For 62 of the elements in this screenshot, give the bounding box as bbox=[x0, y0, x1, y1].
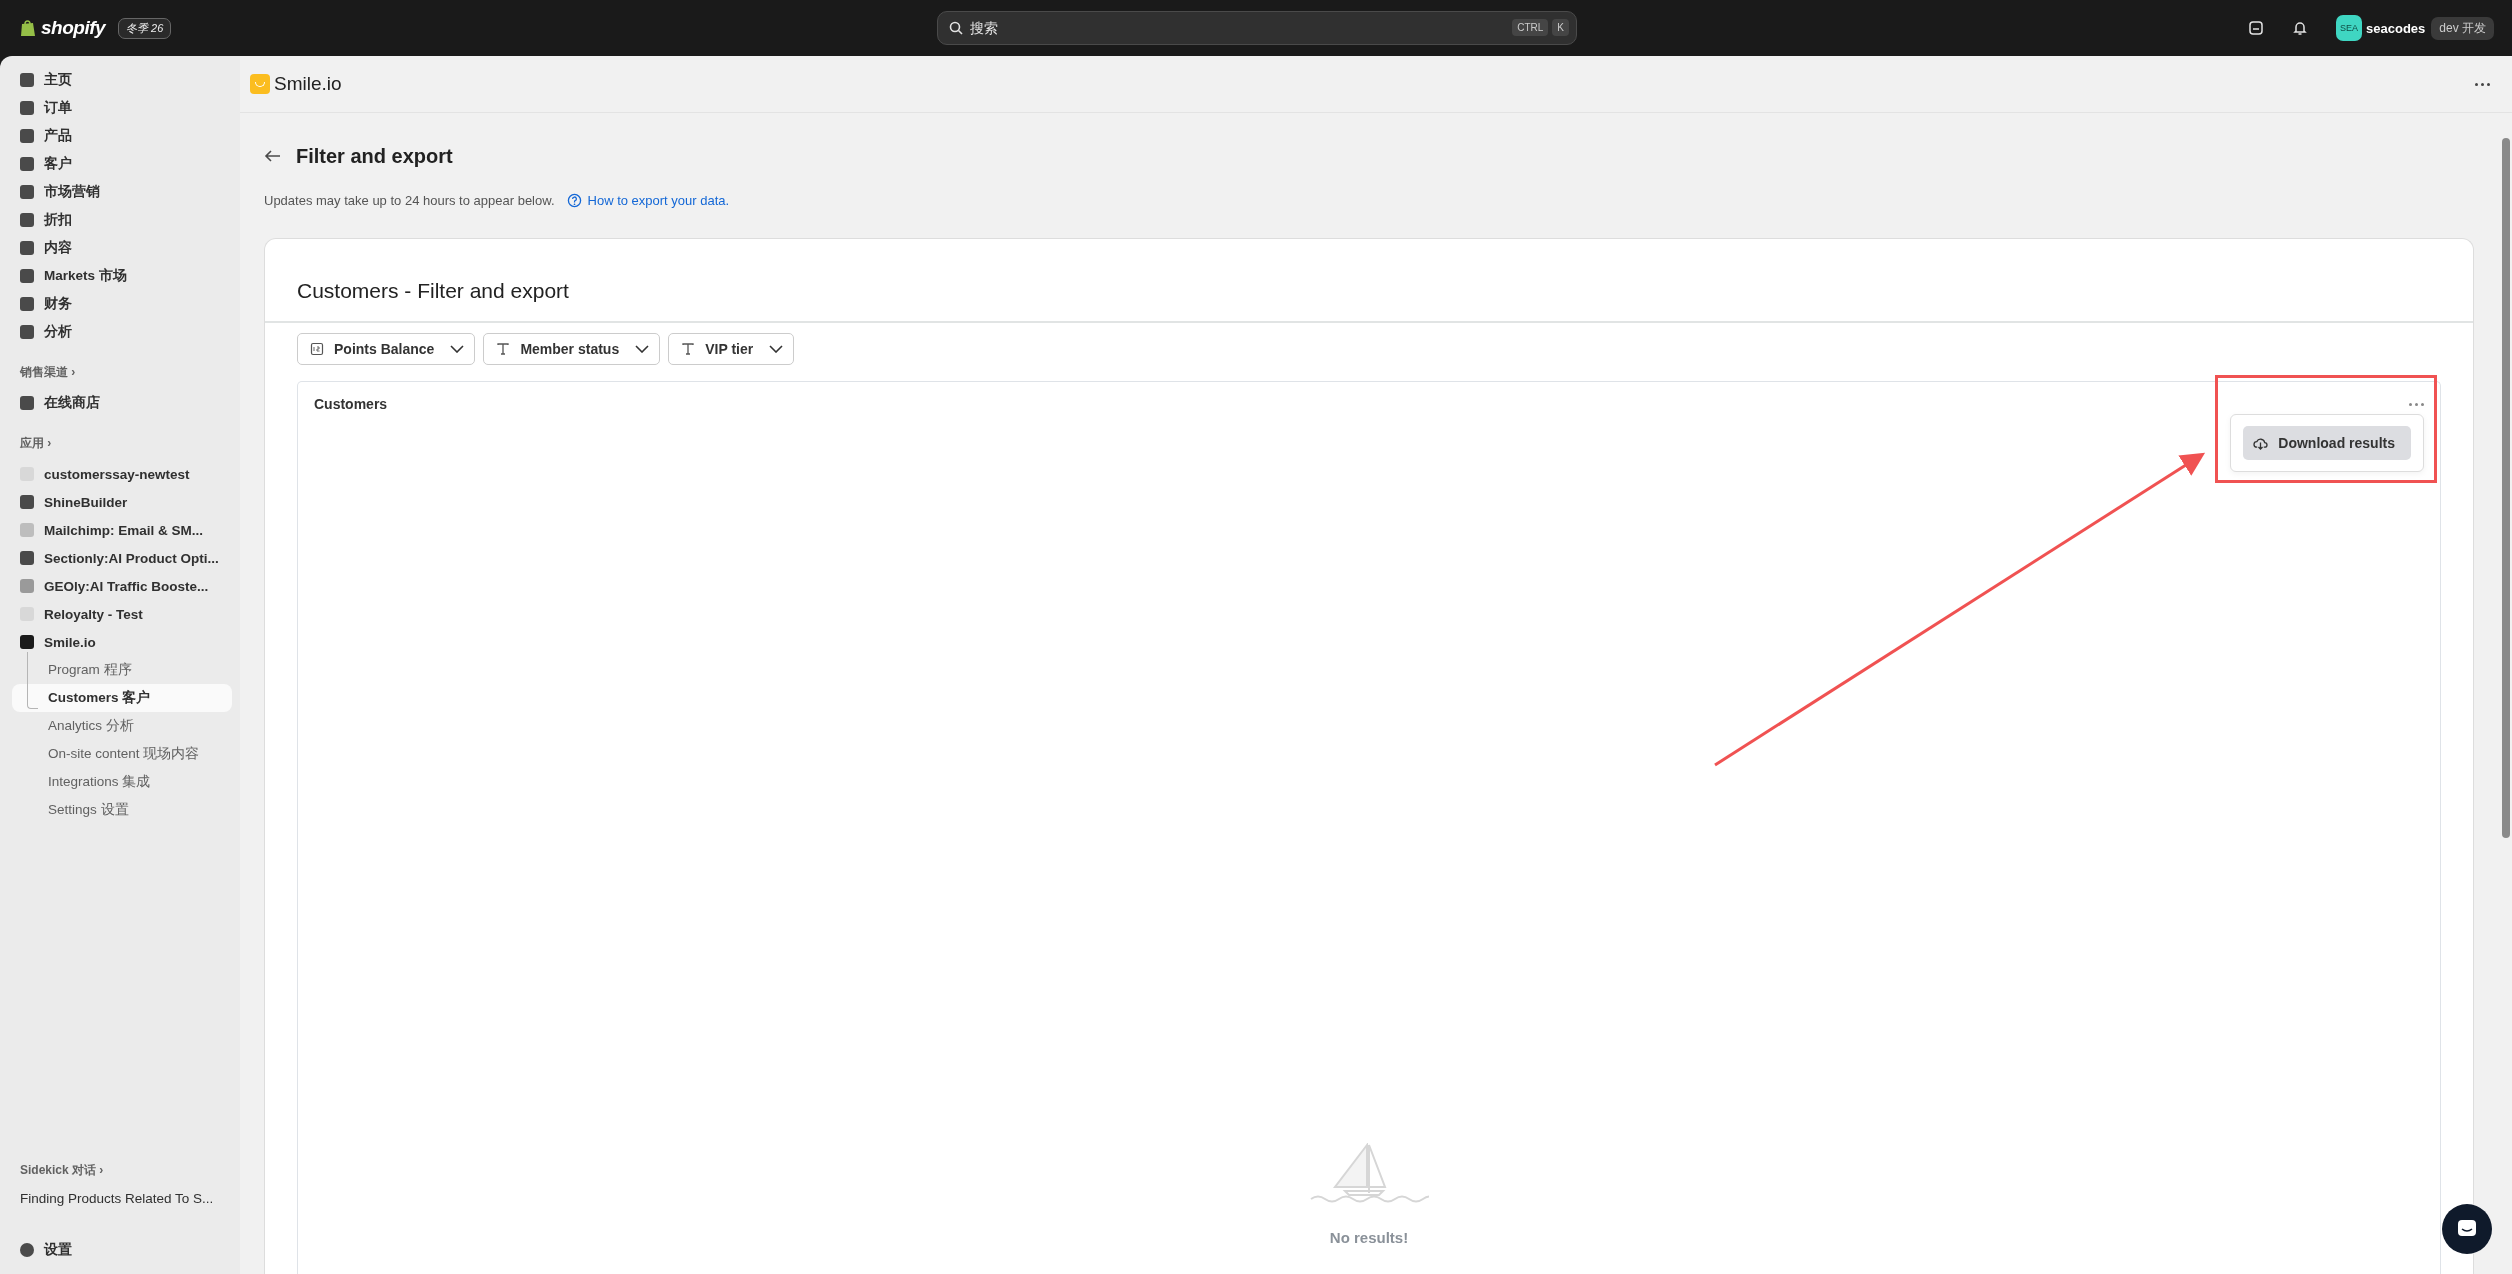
sidebar-item[interactable]: 内容 bbox=[12, 234, 232, 262]
sidebar-item[interactable]: 订单 bbox=[12, 94, 232, 122]
filter-dropdown[interactable]: VIP tier bbox=[668, 333, 795, 365]
sidebar-item[interactable]: 客户 bbox=[12, 150, 232, 178]
sidebar-item[interactable]: 在线商店 bbox=[12, 389, 232, 417]
sidebar-subitem[interactable]: Program 程序 bbox=[12, 656, 232, 684]
sidebar-item[interactable]: Finding Products Related To S... bbox=[12, 1187, 232, 1236]
page-title: Filter and export bbox=[296, 144, 453, 168]
bell-icon[interactable] bbox=[2292, 20, 2309, 36]
section-heading[interactable]: Sidekick 对话 › bbox=[12, 1144, 232, 1187]
card-title: Customers - Filter and export bbox=[296, 278, 570, 304]
sidebar-item[interactable]: Sectionly:AI Product Opti... bbox=[12, 544, 232, 572]
filter-dropdown[interactable]: Points Balance bbox=[297, 333, 476, 365]
sidebar-subitem[interactable]: On-site content 现场内容 bbox=[12, 740, 232, 768]
sidebar-item[interactable]: customerssay-newtest bbox=[12, 460, 232, 488]
sidebar-item[interactable]: 财务 bbox=[12, 290, 232, 318]
store-icon[interactable] bbox=[2248, 20, 2265, 36]
sidebar-subitem[interactable]: Customers 客户 bbox=[12, 684, 232, 712]
sidebar-item[interactable]: Reloyalty - Test bbox=[12, 600, 232, 628]
section-heading[interactable]: 应用 › bbox=[12, 417, 232, 460]
back-arrow-icon[interactable] bbox=[264, 149, 282, 163]
edition-badge: 冬季 26 bbox=[118, 17, 172, 39]
sidebar-subitem[interactable]: Analytics 分析 bbox=[12, 712, 232, 740]
help-icon bbox=[566, 193, 582, 208]
store-avatar[interactable]: SEA bbox=[2336, 15, 2363, 41]
sidebar-item[interactable]: 市场营销 bbox=[12, 178, 232, 206]
search-icon bbox=[949, 21, 963, 35]
chevron-down-icon bbox=[769, 345, 784, 353]
app-title: Smile.io bbox=[274, 73, 343, 95]
sidebar-subitem[interactable]: Integrations 集成 bbox=[12, 768, 232, 796]
sidebar-item[interactable]: GEOly:AI Traffic Booste... bbox=[12, 572, 232, 600]
sidebar-item[interactable]: 分析 bbox=[12, 318, 232, 346]
number-icon bbox=[310, 342, 324, 356]
empty-state-text: No results! bbox=[1329, 1229, 1409, 1246]
filter-dropdown[interactable]: Member status bbox=[483, 333, 661, 365]
logo[interactable]: shopify bbox=[41, 17, 106, 39]
sidebar-item[interactable]: Markets 市场 bbox=[12, 262, 232, 290]
shortcut-key: CTRL bbox=[1512, 19, 1549, 36]
store-badge: dev 开发 bbox=[2431, 16, 2494, 40]
sidebar-subitem[interactable]: Settings 设置 bbox=[12, 796, 232, 824]
sidebar-item[interactable]: 设置 bbox=[12, 1236, 232, 1264]
shortcut-key: K bbox=[1552, 19, 1569, 36]
panel-title: Customers bbox=[314, 396, 388, 412]
download-button[interactable]: Download results bbox=[2243, 426, 2411, 460]
sidebar-item[interactable]: 产品 bbox=[12, 122, 232, 150]
smile-logo-icon bbox=[250, 74, 270, 94]
sidebar-item[interactable]: Mailchimp: Email & SM... bbox=[12, 516, 232, 544]
shopping-bag-icon bbox=[20, 19, 36, 37]
text-icon bbox=[681, 342, 696, 356]
sidebar-item[interactable]: Smile.io bbox=[12, 628, 232, 656]
chevron-down-icon bbox=[635, 345, 650, 353]
chevron-down-icon bbox=[450, 345, 465, 353]
more-icon[interactable] bbox=[2475, 82, 2490, 86]
sidebar-item[interactable]: ShineBuilder bbox=[12, 488, 232, 516]
section-heading[interactable]: 销售渠道 › bbox=[12, 346, 232, 389]
store-name[interactable]: seacodes bbox=[2366, 20, 2426, 36]
text-icon bbox=[496, 342, 511, 356]
cloud-download-icon bbox=[2253, 436, 2269, 450]
sidebar-item[interactable]: 主页 bbox=[12, 66, 232, 94]
info-text: Updates may take up to 24 hours to appear below. bbox=[264, 193, 555, 208]
sidebar-item[interactable]: 折扣 bbox=[12, 206, 232, 234]
help-link[interactable]: How to export your data. bbox=[587, 193, 730, 208]
